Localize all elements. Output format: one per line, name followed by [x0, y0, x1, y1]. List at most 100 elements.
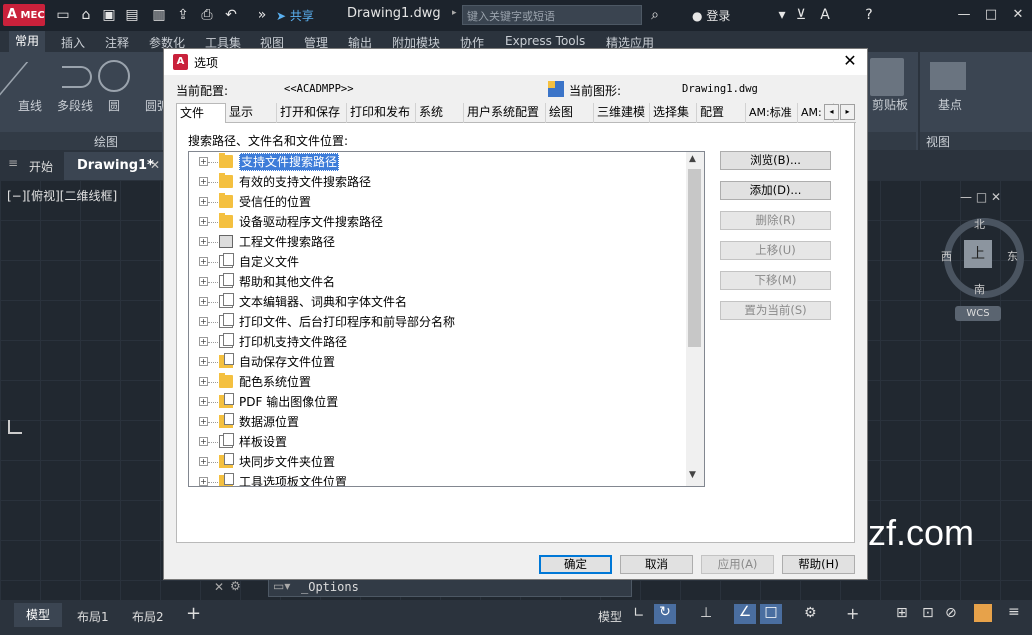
tree-item[interactable]: + PDF 输出图像位置: [189, 392, 687, 412]
tree-item[interactable]: + 工程文件搜索路径: [189, 232, 687, 252]
clipboard-icon[interactable]: [870, 58, 904, 96]
tree-item[interactable]: + 块同步文件夹位置: [189, 452, 687, 472]
tree-item[interactable]: + 文本编辑器、词典和字体文件名: [189, 292, 687, 312]
save-as-icon[interactable]: ▤: [123, 6, 141, 24]
new-file-icon[interactable]: ▭: [54, 6, 72, 24]
command-close-icon[interactable]: ✕: [214, 580, 224, 594]
wcs-menu[interactable]: WCS: [955, 306, 1001, 321]
tree-item[interactable]: + 自定义文件: [189, 252, 687, 272]
ribbon-tab-annotate[interactable]: 注释: [105, 34, 129, 51]
expand-plus-icon[interactable]: +: [199, 237, 208, 246]
close-app-button[interactable]: ✕: [1005, 4, 1031, 26]
view-group-label[interactable]: 视图: [926, 133, 950, 150]
expand-plus-icon[interactable]: +: [199, 477, 208, 486]
tree-item[interactable]: + 数据源位置: [189, 412, 687, 432]
tree-item[interactable]: + 帮助和其他文件名: [189, 272, 687, 292]
scroll-up-icon[interactable]: ▲: [689, 154, 696, 164]
help-button[interactable]: 帮助(H): [782, 555, 855, 574]
add-button[interactable]: 添加(D)...: [720, 181, 831, 200]
tab-selection[interactable]: 选择集: [650, 103, 697, 123]
minimize-button[interactable]: —: [951, 4, 977, 26]
layout2-tab[interactable]: 布局2: [132, 608, 164, 625]
redo-icon[interactable]: »: [253, 6, 271, 24]
start-tab[interactable]: 开始: [29, 158, 53, 175]
viewcube-north[interactable]: 北: [974, 216, 985, 232]
ortho-icon[interactable]: ⊥: [700, 605, 712, 621]
tab-system[interactable]: 系统: [416, 103, 464, 123]
share-button[interactable]: ➤ 共享: [276, 7, 314, 24]
tab-scroll-left-button[interactable]: ◂: [824, 104, 839, 120]
expand-plus-icon[interactable]: +: [199, 457, 208, 466]
tab-3d-modeling[interactable]: 三维建模: [594, 103, 650, 123]
menu-chevron-icon[interactable]: ▾: [773, 6, 791, 24]
tab-am-standard[interactable]: AM:标准: [746, 103, 798, 123]
tree-item[interactable]: + 受信任的位置: [189, 192, 687, 212]
apply-button[interactable]: 应用(A): [701, 555, 774, 574]
tab-drafting[interactable]: 绘图: [546, 103, 594, 123]
object-snap-icon[interactable]: □: [760, 604, 782, 624]
web-mobile-icon[interactable]: ▥: [150, 6, 168, 24]
add-layout-button[interactable]: +: [186, 603, 201, 624]
tab-files[interactable]: 文件: [176, 103, 226, 124]
expand-plus-icon[interactable]: +: [199, 337, 208, 346]
undo-icon[interactable]: ↶: [222, 6, 240, 24]
search-icon[interactable]: ⌕: [646, 6, 664, 24]
autodesk-a-icon[interactable]: A: [816, 6, 834, 24]
hardware-accel-icon[interactable]: [974, 604, 992, 622]
tree-item[interactable]: + 打印文件、后台打印程序和前导部分名称: [189, 312, 687, 332]
cart-icon[interactable]: ⊻: [792, 6, 810, 24]
maximize-button[interactable]: □: [978, 4, 1004, 26]
tab-plot-publish[interactable]: 打印和发布: [347, 103, 416, 123]
isolate-icon[interactable]: ⊘: [945, 605, 957, 621]
tree-item[interactable]: + 工具选项板文件位置: [189, 472, 687, 486]
annotation-plus-icon[interactable]: +: [846, 604, 859, 623]
ribbon-tab-express-tools[interactable]: Express Tools: [505, 34, 585, 48]
viewcube-south[interactable]: 南: [974, 281, 985, 297]
customize-icon[interactable]: ≡: [1008, 604, 1020, 620]
expand-plus-icon[interactable]: +: [199, 357, 208, 366]
tab-display[interactable]: 显示: [226, 103, 277, 123]
app-logo[interactable]: A MEC: [3, 4, 45, 26]
login-button[interactable]: ● 登录: [692, 7, 730, 24]
expand-plus-icon[interactable]: +: [199, 157, 208, 166]
viewcube-face[interactable]: 上: [964, 240, 992, 268]
plot-icon[interactable]: ⎙: [198, 6, 216, 24]
tree-item[interactable]: + 设备驱动程序文件搜索路径: [189, 212, 687, 232]
viewport-window-controls[interactable]: — □ ✕: [960, 190, 1026, 204]
move-down-button[interactable]: 下移(M): [720, 271, 831, 290]
menu-icon[interactable]: ≡: [8, 156, 18, 170]
model-space-button[interactable]: 模型: [598, 608, 622, 625]
grid-icon[interactable]: ∟: [633, 605, 645, 621]
layout1-tab[interactable]: 布局1: [77, 608, 109, 625]
tab-scroll-right-button[interactable]: ▸: [840, 104, 855, 120]
close-tab-icon[interactable]: ✕: [150, 158, 160, 172]
polyline-tool-label[interactable]: 多段线: [57, 97, 93, 114]
tree-item[interactable]: + 自动保存文件位置: [189, 352, 687, 372]
tab-user-preferences[interactable]: 用户系统配置: [464, 103, 546, 123]
help-icon[interactable]: ?: [860, 6, 878, 24]
share-drawing-icon[interactable]: ⇪: [174, 6, 192, 24]
snap-mode-icon[interactable]: ↻: [654, 604, 676, 624]
tree-item[interactable]: + 支持文件搜索路径: [189, 152, 687, 172]
ok-button[interactable]: 确定: [539, 555, 612, 574]
tree-item[interactable]: + 有效的支持文件搜索路径: [189, 172, 687, 192]
draw-group-label[interactable]: 绘图: [94, 133, 118, 150]
search-input[interactable]: 键入关键字或短语: [462, 5, 642, 25]
expand-plus-icon[interactable]: +: [199, 217, 208, 226]
tab-open-save[interactable]: 打开和保存: [277, 103, 347, 123]
browse-button[interactable]: 浏览(B)...: [720, 151, 831, 170]
expand-plus-icon[interactable]: +: [199, 297, 208, 306]
line-tool-label[interactable]: 直线: [18, 97, 42, 114]
polar-tracking-icon[interactable]: ∠: [734, 604, 756, 624]
tree-item[interactable]: + 样板设置: [189, 432, 687, 452]
tree-scrollbar[interactable]: ▲ ▼: [686, 152, 704, 486]
viewcube-east[interactable]: 东: [1007, 248, 1018, 264]
remove-button[interactable]: 删除(R): [720, 211, 831, 230]
expand-plus-icon[interactable]: +: [199, 377, 208, 386]
expand-plus-icon[interactable]: +: [199, 177, 208, 186]
drawing-tab[interactable]: Drawing1* ✕: [64, 152, 168, 180]
settings-gear-icon[interactable]: ⚙: [804, 605, 817, 621]
dialog-close-button[interactable]: ✕: [840, 51, 860, 70]
command-settings-icon[interactable]: ⚙: [230, 579, 241, 593]
scrollbar-thumb[interactable]: [688, 169, 701, 347]
